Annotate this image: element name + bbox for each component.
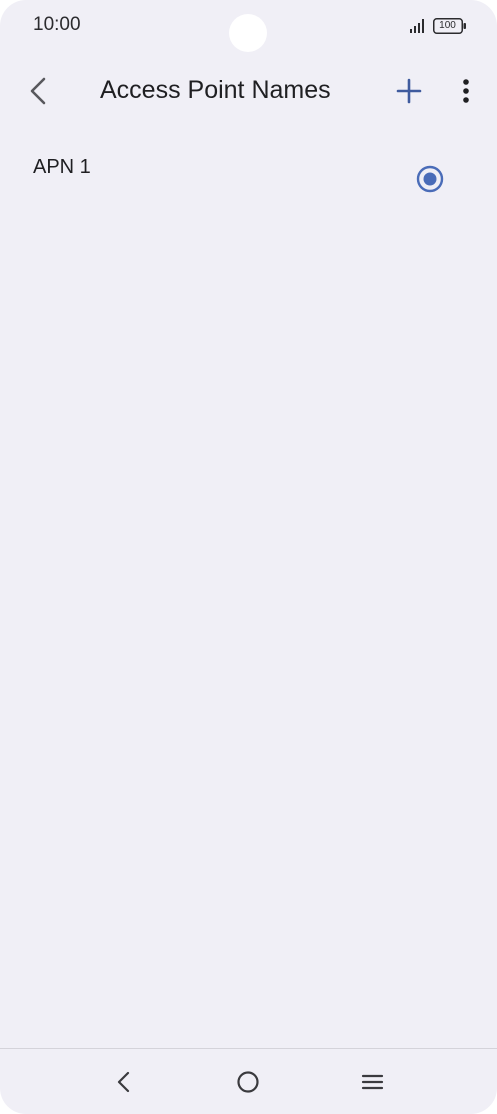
- nav-home-icon: [237, 1071, 259, 1093]
- phone-screen: 10:00 100 Access Point Names APN 1: [0, 0, 497, 1114]
- navigation-bar: [0, 1048, 497, 1114]
- nav-back-button[interactable]: [107, 1065, 141, 1099]
- more-vertical-icon: [463, 79, 469, 103]
- apn-list: APN 1: [0, 140, 497, 214]
- signal-icon: [410, 19, 424, 33]
- add-apn-button[interactable]: [392, 74, 426, 108]
- nav-back-icon: [117, 1071, 130, 1093]
- apn-name: APN 1: [33, 156, 91, 178]
- more-options-button[interactable]: [454, 74, 478, 108]
- nav-home-button[interactable]: [231, 1065, 265, 1099]
- back-button[interactable]: [20, 72, 58, 110]
- status-time: 10:00: [33, 14, 81, 35]
- page-title: Access Point Names: [100, 76, 331, 104]
- camera-cutout: [229, 14, 267, 52]
- nav-recents-button[interactable]: [355, 1065, 389, 1099]
- nav-recents-icon: [361, 1074, 384, 1090]
- apn-radio-selected[interactable]: [416, 165, 444, 193]
- battery-level: 100: [439, 20, 456, 31]
- apn-list-item[interactable]: APN 1: [0, 140, 497, 214]
- status-bar: 10:00 100: [0, 0, 497, 52]
- app-bar: Access Point Names: [0, 60, 497, 124]
- plus-icon: [396, 78, 422, 104]
- chevron-left-icon: [30, 77, 46, 105]
- battery-icon: 100: [433, 18, 467, 34]
